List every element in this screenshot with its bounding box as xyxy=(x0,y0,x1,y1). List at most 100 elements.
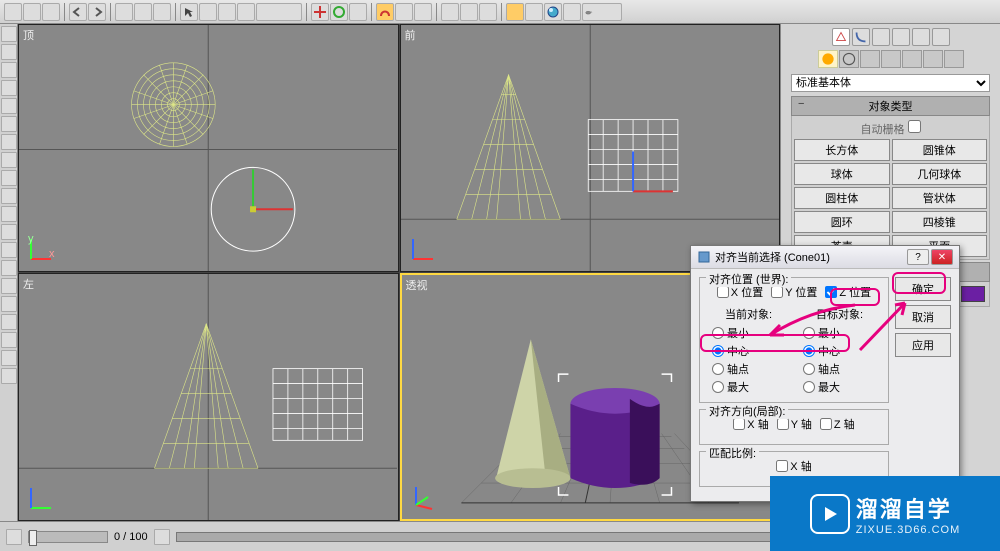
autogrid-checkbox[interactable]: 自动栅格 xyxy=(860,124,920,136)
display-tab-icon[interactable] xyxy=(912,28,930,46)
time-slider[interactable] xyxy=(28,531,108,543)
create-cone-button[interactable]: 圆锥体 xyxy=(892,139,988,161)
tool-icon[interactable] xyxy=(1,314,17,330)
modify-tab-icon[interactable] xyxy=(852,28,870,46)
object-color-swatch[interactable] xyxy=(961,286,985,302)
toolbar-button[interactable] xyxy=(4,3,22,21)
ok-button[interactable]: 确定 xyxy=(895,277,951,301)
undo-icon[interactable] xyxy=(69,3,87,21)
svg-text:x: x xyxy=(49,248,55,260)
create-category-tabs xyxy=(783,48,998,70)
target-min-radio[interactable]: 最小 xyxy=(797,324,882,342)
move-icon[interactable] xyxy=(311,3,329,21)
tool-icon[interactable] xyxy=(1,296,17,312)
toolbar-button[interactable] xyxy=(42,3,60,21)
rollout-object-type[interactable]: 对象类型 xyxy=(791,96,990,116)
selection-filter-icon[interactable] xyxy=(237,3,255,21)
current-pivot-radio[interactable]: 轴点 xyxy=(706,360,791,378)
close-button[interactable]: ✕ xyxy=(931,249,953,265)
tool-icon[interactable] xyxy=(1,98,17,114)
tool-icon[interactable] xyxy=(1,134,17,150)
dialog-titlebar[interactable]: 对齐当前选择 (Cone01) ? ✕ xyxy=(691,246,959,269)
create-geosphere-button[interactable]: 几何球体 xyxy=(892,163,988,185)
z-position-checkbox[interactable]: Z 位置 xyxy=(825,284,871,300)
current-center-radio[interactable]: 中心 xyxy=(706,342,791,360)
link-icon[interactable] xyxy=(115,3,133,21)
tool-icon[interactable] xyxy=(1,80,17,96)
tool-icon[interactable] xyxy=(1,242,17,258)
select-icon[interactable] xyxy=(180,3,198,21)
lights-icon[interactable] xyxy=(860,50,880,68)
viewport-front[interactable]: 前 xyxy=(400,24,781,272)
create-tab-icon[interactable] xyxy=(832,28,850,46)
create-tube-button[interactable]: 管状体 xyxy=(892,187,988,209)
tool-icon[interactable] xyxy=(1,170,17,186)
select-name-icon[interactable] xyxy=(218,3,236,21)
array-icon[interactable] xyxy=(479,3,497,21)
spacewarps-icon[interactable] xyxy=(923,50,943,68)
target-center-radio[interactable]: 中心 xyxy=(797,342,882,360)
create-cylinder-button[interactable]: 圆柱体 xyxy=(794,187,890,209)
tool-icon[interactable] xyxy=(1,116,17,132)
current-min-radio[interactable]: 最小 xyxy=(706,324,791,342)
tool-icon[interactable] xyxy=(1,206,17,222)
helpers-icon[interactable] xyxy=(902,50,922,68)
align-orientation-group: 对齐方向(局部): X 轴 Y 轴 Z 轴 xyxy=(699,409,889,445)
layer-icon[interactable] xyxy=(506,3,524,21)
tool-icon[interactable] xyxy=(1,260,17,276)
schematic-icon[interactable] xyxy=(525,3,543,21)
cameras-icon[interactable] xyxy=(881,50,901,68)
toolbar-button[interactable] xyxy=(23,3,41,21)
viewport-left[interactable]: 左 xyxy=(18,273,399,521)
create-box-button[interactable]: 长方体 xyxy=(794,139,890,161)
bind-icon[interactable] xyxy=(153,3,171,21)
percent-snap-icon[interactable] xyxy=(414,3,432,21)
tool-icon[interactable] xyxy=(1,188,17,204)
tool-icon[interactable] xyxy=(1,62,17,78)
tool-icon[interactable] xyxy=(1,278,17,294)
tool-icon[interactable] xyxy=(1,26,17,42)
select-region-icon[interactable] xyxy=(199,3,217,21)
play-icon[interactable] xyxy=(154,529,170,545)
filter-dropdown[interactable] xyxy=(256,3,302,21)
tool-icon[interactable] xyxy=(1,350,17,366)
watermark-brand: 溜溜自学 xyxy=(856,492,960,524)
render-setup-icon[interactable] xyxy=(563,3,581,21)
viewport-grid: 顶 xy 前 xyxy=(18,24,780,521)
target-pivot-radio[interactable]: 轴点 xyxy=(797,360,882,378)
geometry-icon[interactable] xyxy=(818,50,838,68)
create-torus-button[interactable]: 圆环 xyxy=(794,211,890,233)
utilities-tab-icon[interactable] xyxy=(932,28,950,46)
tool-icon[interactable] xyxy=(1,332,17,348)
motion-tab-icon[interactable] xyxy=(892,28,910,46)
scale-x-checkbox[interactable]: X 轴 xyxy=(776,458,811,474)
tool-icon[interactable] xyxy=(1,224,17,240)
key-icon[interactable] xyxy=(6,529,22,545)
teapot-icon[interactable] xyxy=(582,3,622,21)
tool-icon[interactable] xyxy=(1,152,17,168)
hierarchy-tab-icon[interactable] xyxy=(872,28,890,46)
systems-icon[interactable] xyxy=(944,50,964,68)
redo-icon[interactable] xyxy=(88,3,106,21)
z-axis-checkbox[interactable]: Z 轴 xyxy=(820,416,855,432)
cancel-button[interactable]: 取消 xyxy=(895,305,951,329)
viewport-top[interactable]: 顶 xy xyxy=(18,24,399,272)
target-max-radio[interactable]: 最大 xyxy=(797,378,882,396)
apply-button[interactable]: 应用 xyxy=(895,333,951,357)
help-button[interactable]: ? xyxy=(907,249,929,265)
shapes-icon[interactable] xyxy=(839,50,859,68)
snap-toggle-icon[interactable] xyxy=(376,3,394,21)
scale-icon[interactable] xyxy=(349,3,367,21)
mirror-icon[interactable] xyxy=(441,3,459,21)
create-sphere-button[interactable]: 球体 xyxy=(794,163,890,185)
material-editor-icon[interactable] xyxy=(544,3,562,21)
create-pyramid-button[interactable]: 四棱锥 xyxy=(892,211,988,233)
tool-icon[interactable] xyxy=(1,368,17,384)
align-icon[interactable] xyxy=(460,3,478,21)
unlink-icon[interactable] xyxy=(134,3,152,21)
tool-icon[interactable] xyxy=(1,44,17,60)
rotate-icon[interactable] xyxy=(330,3,348,21)
angle-snap-icon[interactable] xyxy=(395,3,413,21)
current-max-radio[interactable]: 最大 xyxy=(706,378,791,396)
primitive-category-select[interactable]: 标准基本体 xyxy=(791,74,990,92)
